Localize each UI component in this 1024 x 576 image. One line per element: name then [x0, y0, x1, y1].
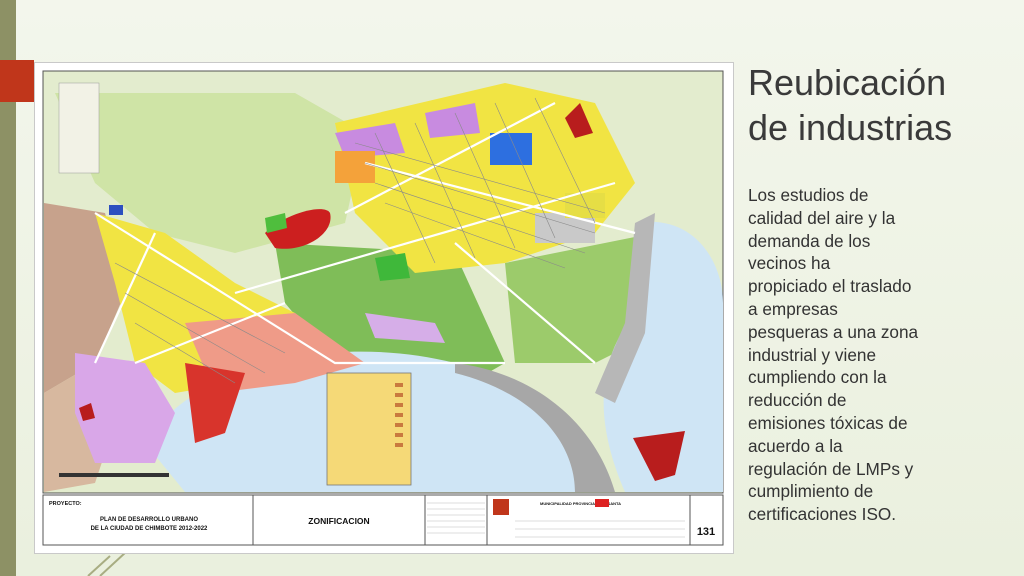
slide-title: Reubicación de industrias — [748, 62, 953, 148]
title-block-sheet-number: 131 — [697, 526, 715, 538]
zoning-map-drawing: PROYECTO: PLAN DE DESARROLLO URBANO DE L… — [42, 70, 724, 546]
map-scale-bar — [59, 473, 169, 477]
peru-flag-icon — [595, 499, 609, 507]
zoning-map-image: PROYECTO: PLAN DE DESARROLLO URBANO DE L… — [34, 62, 734, 554]
map-index-legend — [58, 82, 100, 174]
slide-body-text: Los estudios de calidad del aire y la de… — [748, 185, 919, 525]
title-block-project-label: PROYECTO: — [49, 501, 82, 507]
municipality-crest-icon — [493, 499, 509, 515]
map-legend-box — [326, 372, 412, 486]
blue-block-1 — [490, 133, 532, 165]
blue-block-2 — [109, 205, 123, 215]
title-block-sheet-title: ZONIFICACION — [308, 516, 369, 526]
title-block-plan-line1: PLAN DE DESARROLLO URBANO — [100, 517, 198, 523]
park-2 — [375, 253, 410, 281]
title-block-plan-line2: DE LA CIUDAD DE CHIMBOTE 2012-2022 — [91, 526, 208, 532]
orange-block-1 — [335, 151, 375, 183]
